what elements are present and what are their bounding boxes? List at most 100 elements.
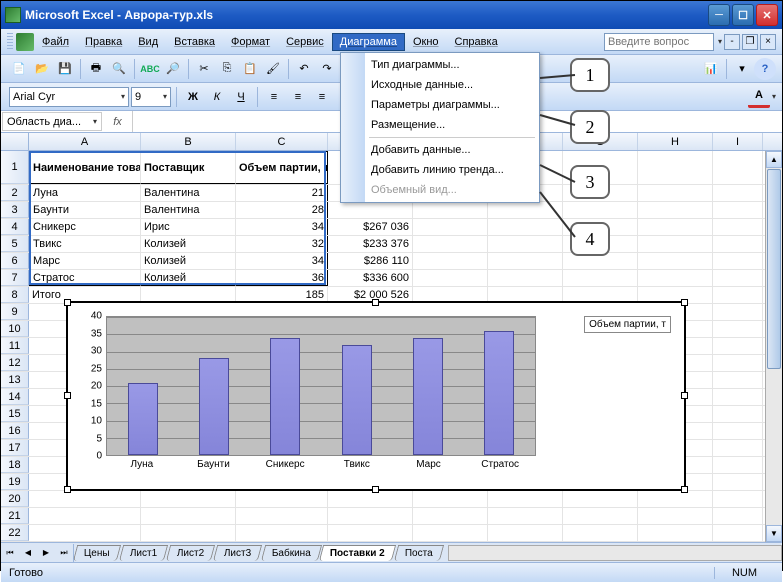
research-icon[interactable]: 🔎 [162, 58, 184, 80]
row-header[interactable]: 1 [1, 151, 29, 184]
cell[interactable] [488, 270, 563, 286]
cell[interactable]: Колизей [141, 270, 236, 286]
cell[interactable] [713, 491, 763, 507]
cell[interactable]: 28 [236, 202, 328, 218]
row-header[interactable]: 13 [1, 372, 29, 388]
sheet-tab[interactable]: Лист3 [213, 545, 263, 561]
paste-icon[interactable]: 📋 [239, 58, 261, 80]
cell[interactable] [413, 253, 488, 269]
row-header[interactable]: 15 [1, 406, 29, 422]
cell[interactable] [413, 270, 488, 286]
chart-bar[interactable] [484, 331, 514, 455]
sheet-tab[interactable]: Поставки 2 [319, 545, 396, 561]
row-header[interactable]: 12 [1, 355, 29, 371]
cell[interactable]: Твикс [29, 236, 141, 252]
zoom-dropdown[interactable]: ▾ [731, 58, 753, 80]
cell[interactable] [638, 185, 713, 201]
font-color-icon[interactable]: A [748, 86, 770, 108]
cell[interactable] [713, 185, 763, 201]
cell[interactable] [713, 355, 763, 371]
cell[interactable]: Стратос [29, 270, 141, 286]
cell[interactable] [236, 491, 328, 507]
cell[interactable] [713, 457, 763, 473]
align-center-icon[interactable]: ≡ [287, 86, 309, 108]
sheet-tab[interactable]: Лист2 [166, 545, 216, 561]
doc-minimize-button[interactable]: - [724, 34, 740, 50]
sheet-tab[interactable]: Поста [394, 545, 444, 561]
menu-item-окно[interactable]: Окно [405, 33, 447, 51]
cell[interactable]: Баунти [29, 202, 141, 218]
cell[interactable]: Валентина [141, 202, 236, 218]
cell[interactable] [638, 219, 713, 235]
chart-legend[interactable]: Объем партии, т [584, 316, 671, 333]
toolbar-grip[interactable] [7, 33, 13, 51]
menu-item-файл[interactable]: Файл [34, 33, 77, 51]
sheet-tab[interactable]: Цены [73, 545, 121, 561]
cell[interactable]: 36 [236, 270, 328, 286]
maximize-button[interactable]: ☐ [732, 4, 754, 26]
col-header-I[interactable]: I [713, 133, 763, 150]
close-button[interactable]: ✕ [756, 4, 778, 26]
cell[interactable] [236, 508, 328, 524]
cell[interactable]: Марс [29, 253, 141, 269]
cell[interactable] [488, 525, 563, 541]
fx-icon[interactable]: fx [103, 111, 133, 132]
menu-option[interactable]: Тип диаграммы... [341, 55, 539, 75]
menu-option[interactable]: Размещение... [341, 115, 539, 135]
help-dropdown-icon[interactable]: ▾ [718, 37, 722, 46]
spellcheck-icon[interactable]: ABC [139, 58, 161, 80]
app-menu-icon[interactable] [16, 33, 34, 51]
select-all-corner[interactable] [1, 133, 29, 150]
cell[interactable] [141, 525, 236, 541]
cell[interactable] [638, 491, 713, 507]
row-header[interactable]: 16 [1, 423, 29, 439]
cell[interactable] [29, 508, 141, 524]
chevron-down-icon[interactable]: ▾ [772, 92, 776, 101]
name-box[interactable]: Область диа... ▾ [2, 112, 102, 131]
cell[interactable]: 32 [236, 236, 328, 252]
row-header[interactable]: 14 [1, 389, 29, 405]
cell[interactable] [638, 236, 713, 252]
cell[interactable] [713, 406, 763, 422]
align-left-icon[interactable]: ≡ [263, 86, 285, 108]
col-header-A[interactable]: A [29, 133, 141, 150]
font-size-combo[interactable]: 9 ▾ [131, 87, 171, 107]
cell[interactable] [563, 270, 638, 286]
cell[interactable] [488, 253, 563, 269]
cell[interactable] [563, 491, 638, 507]
underline-icon[interactable]: Ч [230, 86, 252, 108]
font-name-combo[interactable]: Arial Cyr ▾ [9, 87, 129, 107]
menu-option[interactable]: Исходные данные... [341, 75, 539, 95]
cell[interactable]: $267 036 [328, 219, 413, 235]
cell[interactable]: Ирис [141, 219, 236, 235]
print-preview-icon[interactable]: 🔍 [108, 58, 130, 80]
cell[interactable] [713, 236, 763, 252]
print-icon[interactable]: 🖶 [85, 58, 107, 80]
cell[interactable] [563, 525, 638, 541]
row-header[interactable]: 5 [1, 236, 29, 252]
save-icon[interactable]: 💾 [54, 58, 76, 80]
cell[interactable] [713, 253, 763, 269]
cell[interactable]: Колизей [141, 236, 236, 252]
cut-icon[interactable]: ✂ [193, 58, 215, 80]
cell[interactable] [638, 270, 713, 286]
cell[interactable] [488, 202, 563, 218]
cell[interactable]: 34 [236, 253, 328, 269]
menu-item-сервис[interactable]: Сервис [278, 33, 332, 51]
chart-plot-area[interactable] [106, 316, 536, 456]
row-header[interactable]: 6 [1, 253, 29, 269]
cell[interactable]: Наименование товара [29, 151, 141, 184]
embedded-chart[interactable]: 0510152025303540 ЛунаБаунтиСникерсТвиксМ… [66, 301, 686, 491]
row-header[interactable]: 21 [1, 508, 29, 524]
menu-option[interactable]: Параметры диаграммы... [341, 95, 539, 115]
cell[interactable] [713, 338, 763, 354]
cell[interactable] [563, 508, 638, 524]
row-header[interactable]: 9 [1, 304, 29, 320]
redo-icon[interactable]: ↷ [316, 58, 338, 80]
horizontal-scrollbar[interactable] [448, 545, 782, 561]
cell[interactable] [328, 525, 413, 541]
align-right-icon[interactable]: ≡ [311, 86, 333, 108]
cell[interactable]: Сникерс [29, 219, 141, 235]
tab-last-icon[interactable]: ⏭ [55, 544, 73, 562]
chart-bar[interactable] [342, 345, 372, 455]
